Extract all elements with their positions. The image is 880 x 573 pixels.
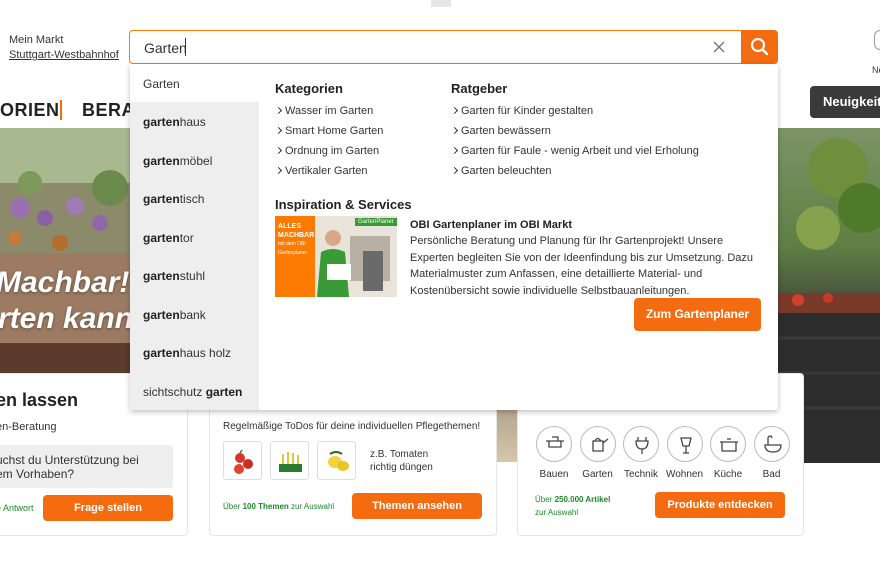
hero-image-strip (497, 410, 519, 462)
search-icon (750, 37, 769, 56)
lemon-icon (328, 451, 349, 471)
planter-thumbnail[interactable] (270, 441, 309, 480)
promo-text-line: Materialmuster zum Anfassen, eine detail… (410, 268, 703, 280)
flowers-illustration (0, 128, 135, 373)
category-label: Bauen (539, 469, 569, 480)
category-technik-button[interactable] (623, 426, 659, 462)
search-suggestion[interactable]: gartentisch (143, 192, 204, 206)
search-suggestion[interactable]: gartentor (143, 231, 194, 245)
categories-title: Kategorien (275, 81, 343, 96)
tools-icon (546, 436, 564, 448)
todo-example-text: z.B. Tomaten (370, 449, 429, 460)
lemon-thumbnail[interactable] (317, 441, 356, 480)
top-divider (431, 0, 451, 7)
search-suggestion[interactable]: gartenmöbel (143, 154, 212, 168)
dropdown-link[interactable]: Ordnung im Garten (274, 145, 379, 157)
category-label: Wohnen (665, 469, 704, 480)
chevron-right-icon (274, 106, 283, 115)
search-button[interactable] (741, 30, 778, 64)
category-küche-button[interactable] (710, 426, 746, 462)
close-icon[interactable] (711, 39, 727, 55)
tomato-thumbnail[interactable] (223, 441, 262, 480)
chevron-right-icon (274, 166, 283, 175)
category-garten-button[interactable] (579, 426, 616, 462)
lamp-icon (679, 437, 692, 454)
category-label: Bad (762, 469, 781, 480)
category-wohnen-button[interactable] (666, 426, 703, 462)
todo-example-text: richtig düngen (370, 462, 433, 473)
chevron-right-icon (450, 166, 459, 175)
search-suggestions-dropdown: Garten gartenhaus gartenmöbel gartentisch ga… (130, 64, 778, 410)
chevron-right-icon (450, 126, 459, 135)
promo-text-line: Experten begleiten Sie von der Ideenfind… (410, 251, 754, 264)
bathtub-icon (763, 435, 782, 453)
dropdown-link[interactable]: Garten für Kinder gestalten (450, 105, 593, 117)
card-subtitle: en-Beratung (0, 421, 57, 433)
discover-products-button[interactable]: Produkte entdecken (655, 492, 785, 518)
dropdown-link[interactable]: Garten beleuchten (450, 165, 552, 177)
my-market-link[interactable]: Stuttgart-Westbahnhof (9, 49, 119, 61)
header-right-label: Ne (872, 65, 880, 75)
search-suggestion[interactable]: Garten (143, 77, 180, 91)
my-market-label: Mein Markt (9, 34, 64, 46)
watering-can-icon (591, 437, 608, 452)
promo-badge: ALLES MACHBAR mit dem OBI Gartenplaner (278, 223, 315, 256)
suggestions-column (130, 102, 259, 410)
search-suggestion[interactable]: gartenhaus holz (143, 346, 231, 360)
pot-icon (720, 438, 738, 452)
plug-icon (635, 437, 649, 454)
topics-note: Über 100 Themen zur Auswahl (223, 502, 335, 511)
chevron-right-icon (450, 106, 459, 115)
search-input[interactable]: Garten (129, 30, 742, 64)
search-input-value: Garten (144, 40, 187, 56)
dropdown-link[interactable]: Garten für Faule - wenig Arbeit und viel… (450, 145, 699, 157)
dropdown-link[interactable]: Wasser im Garten (274, 105, 373, 117)
category-label: Garten (582, 469, 613, 480)
promo-text-line: Kostenübersicht sowie individuelle Selbs… (410, 284, 690, 297)
category-bad-button[interactable] (753, 426, 790, 462)
promo-title[interactable]: OBI Gartenplaner im OBI Markt (410, 219, 572, 231)
view-topics-button[interactable]: Themen ansehen (352, 493, 482, 519)
chevron-right-icon (274, 146, 283, 155)
card-subtitle: Regelmäßige ToDos für deine individuelle… (223, 421, 481, 432)
text-caret (185, 38, 186, 56)
chevron-right-icon (274, 126, 283, 135)
tomato-icon (234, 449, 253, 474)
promo-text-line: Persönliche Beratung und Planung für Ihr… (410, 235, 724, 247)
search-suggestion[interactable]: gartenhaus (143, 115, 206, 129)
answer-note: e Antwort (0, 503, 34, 513)
planter-icon (279, 452, 302, 472)
nav-separator (60, 100, 62, 120)
ask-question-button[interactable]: Frage stellen (43, 495, 173, 521)
dropdown-link[interactable]: Garten bewässern (450, 125, 551, 137)
garden-planner-button[interactable]: Zum Gartenplaner (634, 298, 761, 331)
category-label: Küche (713, 469, 743, 480)
search-suggestion[interactable]: gartenstuhl (143, 269, 205, 283)
search-suggestion[interactable]: sichtschutz garten (143, 385, 242, 399)
category-label: Technik (624, 469, 658, 480)
question-text: uchst du Unterstützung bei (0, 453, 139, 467)
articles-note: Über 250.000 Artikel (535, 495, 611, 504)
news-button[interactable]: Neuigkeit (810, 86, 880, 118)
card-title: en lassen (0, 390, 79, 410)
dropdown-link[interactable]: Vertikaler Garten (274, 165, 368, 177)
user-icon[interactable] (874, 30, 880, 50)
dropdown-link[interactable]: Smart Home Garten (274, 125, 383, 137)
inspiration-title: Inspiration & Services (275, 197, 412, 212)
hero-headline-1: Machbar! (0, 266, 130, 299)
category-bauen-button[interactable] (536, 426, 572, 462)
garden-planner-image[interactable]: ALLES MACHBAR mit dem OBI Gartenplaner G… (275, 216, 397, 297)
nav-item-kategorien[interactable]: ORIEN (0, 100, 60, 121)
chevron-right-icon (450, 146, 459, 155)
promo-tag: GartenPlaner (355, 218, 397, 226)
guides-title: Ratgeber (451, 81, 508, 96)
search-suggestion[interactable]: gartenbank (143, 308, 206, 322)
question-text: em Vorhaben? (0, 467, 75, 481)
hero-headline-2: rten kann (0, 302, 134, 335)
articles-note: zur Auswahl (535, 508, 579, 517)
